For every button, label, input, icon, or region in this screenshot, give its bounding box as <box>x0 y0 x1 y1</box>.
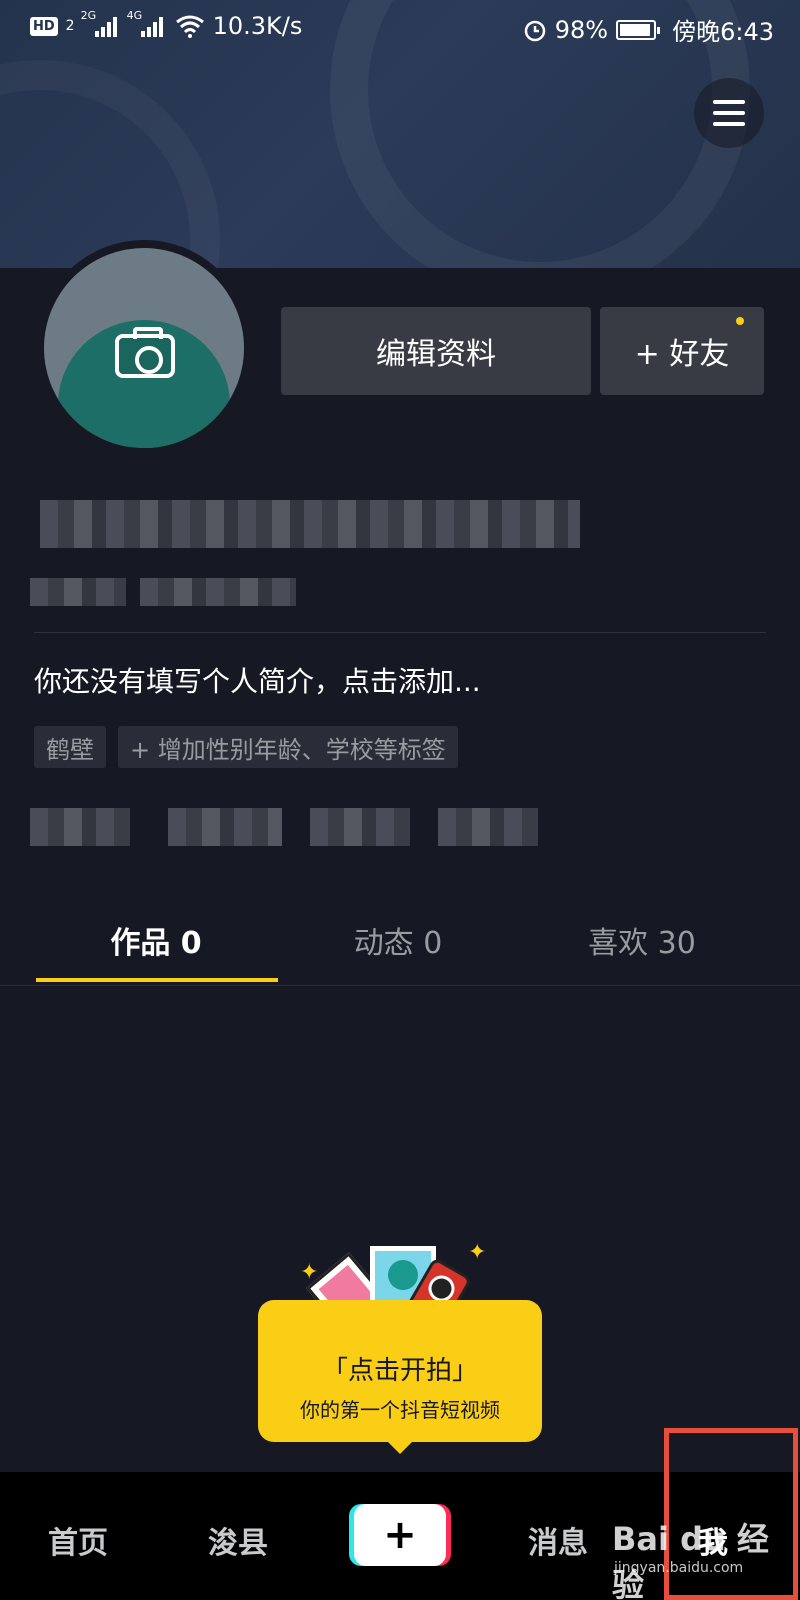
promo-title: 「点击开拍」 <box>321 1356 478 1386</box>
edit-profile-button[interactable]: 编辑资料 <box>281 307 591 395</box>
plus-icon: + <box>383 1512 417 1558</box>
watermark-url: jingyan.baidu.com <box>614 1560 744 1576</box>
username-blurred <box>40 500 580 548</box>
camera-icon <box>115 327 175 378</box>
divider <box>34 632 766 633</box>
tab-likes[interactable]: 喜欢 30 <box>522 918 762 962</box>
signal-icon: 4G <box>127 9 163 37</box>
tab-updates[interactable]: 动态 0 <box>278 918 518 962</box>
avatar[interactable] <box>44 248 244 448</box>
promo-subtitle: 你的第一个抖音短视频 <box>300 1398 500 1422</box>
battery-percent: 98% <box>554 15 609 44</box>
tab-divider <box>0 985 800 986</box>
tab-works[interactable]: 作品 0 <box>36 918 276 962</box>
likes-count-blurred <box>30 808 130 846</box>
nav-home[interactable]: 首页 <box>48 1518 108 1562</box>
add-tags-button[interactable]: + 增加性别年龄、学校等标签 <box>118 726 458 768</box>
cover-decoration <box>0 60 220 268</box>
shoot-prompt-bubble[interactable]: 「点击开拍」 你的第一个抖音短视频 <box>258 1300 542 1454</box>
nav-city[interactable]: 浚县 <box>208 1518 268 1562</box>
notification-dot <box>736 317 744 325</box>
account-id-blurred <box>30 578 126 606</box>
status-bar: HD 2 2G 4G 10.3K/s 98% 傍晚6:43 <box>0 0 800 56</box>
following-count-blurred <box>168 808 282 846</box>
hamburger-icon <box>713 100 745 104</box>
stats-blurred <box>438 808 538 846</box>
account-info-blurred <box>140 578 296 606</box>
signal-icon: 2G <box>81 9 117 37</box>
wifi-icon <box>175 15 204 38</box>
add-friend-label: + 好友 <box>634 337 730 372</box>
create-video-button[interactable]: + <box>354 1504 446 1566</box>
location-tag[interactable]: 鹤壁 <box>34 726 106 768</box>
watermark-logo: Bai du 经验 <box>612 1520 769 1600</box>
active-tab-indicator <box>36 978 278 982</box>
hd-badge: HD <box>30 16 58 36</box>
sim-slot: 2 <box>65 18 75 34</box>
followers-count-blurred <box>310 808 410 846</box>
nav-messages[interactable]: 消息 <box>528 1518 588 1562</box>
alarm-icon <box>524 20 545 41</box>
add-friend-button[interactable]: + 好友 <box>600 307 764 395</box>
menu-button[interactable] <box>694 78 764 148</box>
battery-icon <box>616 19 661 40</box>
avatar-frame <box>36 240 252 456</box>
bio-placeholder[interactable]: 你还没有填写个人简介，点击添加... <box>34 660 481 700</box>
clock: 傍晚6:43 <box>672 18 774 46</box>
network-speed: 10.3K/s <box>212 12 303 40</box>
